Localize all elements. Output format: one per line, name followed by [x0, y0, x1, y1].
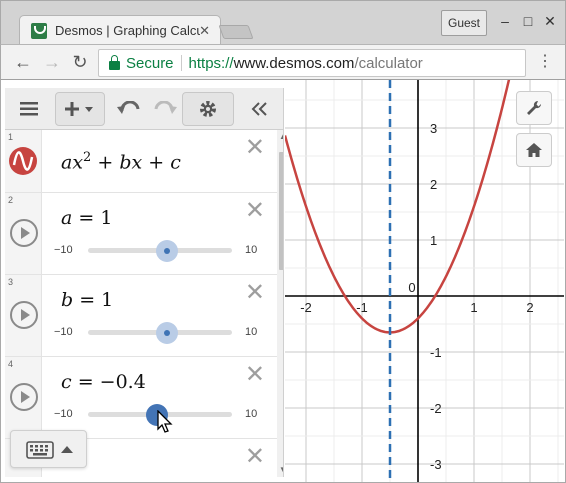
expand-up-icon: [61, 446, 73, 453]
slider-min[interactable]: −10: [54, 244, 73, 256]
slider-expression[interactable]: c = −0.4: [61, 371, 146, 393]
slider-value: 1: [100, 207, 113, 229]
slider-variable: b: [61, 289, 74, 311]
expression-index: 1: [8, 132, 14, 142]
y-tick-label: 2: [430, 177, 437, 192]
y-tick-label: -2: [430, 401, 442, 416]
browser-titlebar: Desmos | Graphing Calculator ✕ Guest – □…: [0, 0, 566, 45]
omnibox-divider: [180, 55, 182, 71]
keyboard-icon: [26, 441, 54, 459]
url-protocol: https://: [188, 54, 234, 72]
graph-settings-button[interactable]: [516, 91, 552, 125]
slider-max[interactable]: 10: [245, 408, 257, 420]
slider-min[interactable]: −10: [54, 408, 73, 420]
expression-gutter: 4: [5, 357, 42, 438]
delete-expression-icon[interactable]: ✕: [245, 281, 265, 305]
expression-list-header: [5, 88, 283, 130]
slider-value: −0.4: [99, 371, 146, 393]
expression-row-4[interactable]: 4 c = −0.4 ✕ −10 10: [5, 357, 277, 439]
delete-expression-icon[interactable]: ✕: [245, 199, 265, 223]
expression-row-1[interactable]: 1 ax2 + bx + c ✕: [5, 130, 277, 193]
scroll-up-arrow-icon[interactable]: ▲: [279, 132, 283, 141]
scroll-down-arrow-icon[interactable]: ▼: [279, 465, 283, 474]
wrench-icon: [527, 100, 542, 115]
reload-icon[interactable]: ↻: [70, 52, 90, 72]
expression-row-3[interactable]: 3 b = 1 ✕ −10 10: [5, 275, 277, 357]
slider-handle-dot: [164, 247, 171, 254]
expression-gutter: 1: [5, 130, 42, 192]
graph-color-icon[interactable]: [9, 147, 37, 175]
slider-min[interactable]: −10: [54, 326, 73, 338]
delete-expression-icon[interactable]: ✕: [245, 136, 265, 160]
new-tab-button[interactable]: [218, 25, 254, 39]
guest-profile-button[interactable]: Guest: [441, 10, 487, 36]
delete-expression-icon[interactable]: ✕: [245, 445, 265, 469]
y-tick-label: 1: [430, 233, 437, 248]
undo-icon[interactable]: [115, 88, 143, 130]
plus-dropdown-icon[interactable]: [62, 88, 100, 130]
back-arrow-icon[interactable]: ←: [13, 52, 33, 72]
slider-track[interactable]: [88, 321, 232, 344]
expression-gutter: 2: [5, 193, 42, 274]
expression-gutter: 3: [5, 275, 42, 356]
slider-handle[interactable]: [156, 239, 179, 262]
slider-max[interactable]: 10: [245, 326, 257, 338]
expression-index: 3: [8, 277, 14, 287]
redo-icon[interactable]: [151, 88, 179, 130]
slider-handle[interactable]: [156, 321, 179, 344]
forward-arrow-icon[interactable]: →: [42, 52, 62, 72]
lock-icon: [109, 54, 120, 70]
expression-index: 4: [8, 359, 14, 369]
close-window-icon[interactable]: ✕: [542, 13, 558, 30]
keypad-toggle-button[interactable]: [10, 430, 87, 468]
slider-variable: c: [61, 371, 72, 393]
gear-icon[interactable]: [195, 88, 221, 130]
expression-formula[interactable]: ax2 + bx + c: [61, 150, 181, 173]
slider-track[interactable]: [88, 239, 232, 262]
slider-expression[interactable]: b = 1: [61, 289, 113, 311]
address-bar[interactable]: Secure https://www.desmos.com/calculator: [98, 49, 526, 77]
zoom-home-button[interactable]: [516, 133, 552, 167]
scrollbar-thumb[interactable]: [279, 152, 283, 270]
y-tick-label: -1: [430, 345, 442, 360]
url-host: www.desmos.com: [233, 54, 355, 72]
browser-toolbar: ← → ↻ Secure https://www.desmos.com/calc…: [0, 44, 566, 80]
y-tick-label: -3: [430, 457, 442, 472]
browser-menu-icon[interactable]: ⋮: [537, 53, 553, 71]
slider-handle-dot: [164, 329, 171, 336]
slider-expression[interactable]: a = 1: [61, 207, 112, 229]
url-path: /calculator: [354, 54, 423, 72]
play-slider-icon[interactable]: [10, 301, 38, 329]
play-slider-icon[interactable]: [10, 219, 38, 247]
maximize-icon[interactable]: □: [520, 13, 536, 29]
slider-variable: a: [61, 207, 73, 229]
y-tick-label: 3: [430, 121, 437, 136]
mouse-cursor-icon: [157, 410, 173, 433]
secure-label: Secure: [126, 54, 174, 72]
x-tick-label: 0: [408, 280, 415, 295]
menu-hamburger-icon[interactable]: [15, 88, 43, 130]
expression-list: 1 ax2 + bx + c ✕ 2 a = 1 ✕ −10 10 3 b = …: [5, 88, 284, 477]
tab-close-icon[interactable]: ✕: [199, 23, 210, 39]
desmos-favicon-icon: [31, 22, 47, 39]
expression-row-2[interactable]: 2 a = 1 ✕ −10 10: [5, 193, 277, 275]
minimize-icon[interactable]: –: [497, 13, 513, 29]
play-slider-icon[interactable]: [10, 383, 38, 411]
collapse-list-icon[interactable]: [249, 88, 271, 130]
browser-tab[interactable]: Desmos | Graphing Calculator ✕: [19, 15, 221, 45]
expression-index: 2: [8, 195, 14, 205]
tab-title: Desmos | Graphing Calculator: [55, 23, 200, 38]
x-tick-label: 1: [470, 300, 477, 315]
expression-list-scrollbar[interactable]: ▲ ▼: [277, 130, 283, 477]
home-icon: [526, 143, 542, 157]
slider-max[interactable]: 10: [245, 244, 257, 256]
x-tick-label: -2: [300, 300, 312, 315]
x-tick-label: 2: [526, 300, 533, 315]
delete-expression-icon[interactable]: ✕: [245, 363, 265, 387]
slider-value: 1: [101, 289, 114, 311]
